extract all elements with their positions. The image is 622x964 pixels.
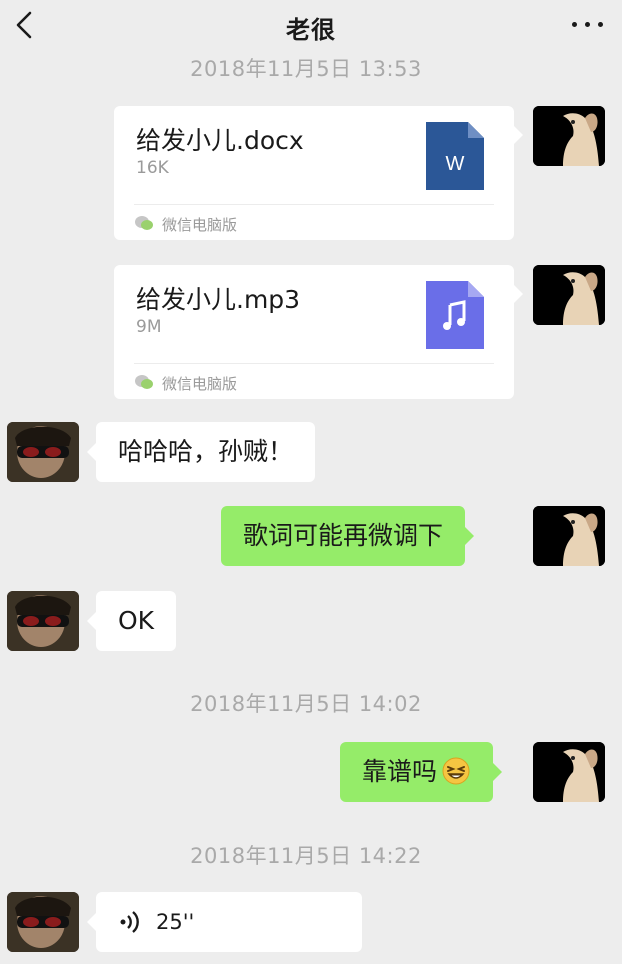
svg-text:W: W xyxy=(446,153,465,175)
word-file-icon: W xyxy=(426,122,484,190)
more-dot-icon xyxy=(585,22,590,27)
person-avatar-icon xyxy=(7,422,79,482)
dog-avatar-icon xyxy=(533,265,605,325)
message-bubble-left[interactable]: 哈哈哈，孙贼！ xyxy=(86,422,316,482)
avatar-contact[interactable] xyxy=(7,422,79,482)
card-divider xyxy=(134,363,494,364)
file-name: 给发小儿.docx xyxy=(136,126,304,155)
voice-wave-icon xyxy=(120,911,139,933)
avatar-contact[interactable] xyxy=(7,892,79,952)
avatar-self[interactable] xyxy=(533,265,605,325)
music-file-icon xyxy=(426,281,484,349)
file-message-mp3[interactable]: 给发小儿.mp3 9M 微信电脑版 xyxy=(114,265,523,399)
dog-avatar-icon xyxy=(533,742,605,802)
more-dot-icon xyxy=(572,22,577,27)
avatar-self[interactable] xyxy=(533,106,605,166)
chat-title: 老很 xyxy=(286,16,336,44)
wechat-icon xyxy=(135,375,153,389)
message-text: OK xyxy=(118,606,155,635)
person-avatar-icon xyxy=(7,892,79,952)
message-text: 靠谱吗 xyxy=(362,757,438,786)
avatar-self[interactable] xyxy=(533,742,605,802)
timestamp: 2018年11月5日 13:53 xyxy=(190,57,422,81)
file-message-docx[interactable]: 给发小儿.docx 16K W 微信电脑版 xyxy=(114,106,523,240)
chat-screen: 老很 2018年11月5日 13:53 给发小儿.docx 16K W 微信电脑… xyxy=(0,0,622,964)
file-name: 给发小儿.mp3 xyxy=(136,285,301,314)
message-bubble-right[interactable]: 歌词可能再微调下 xyxy=(221,506,475,566)
dog-avatar-icon xyxy=(533,506,605,566)
message-text: 歌词可能再微调下 xyxy=(243,521,444,550)
timestamp: 2018年11月5日 14:22 xyxy=(190,844,422,868)
dog-avatar-icon xyxy=(533,106,605,166)
message-bubble-left[interactable]: OK xyxy=(86,591,177,651)
voice-duration: 25'' xyxy=(156,910,195,934)
wechat-icon xyxy=(135,216,153,230)
file-size: 9M xyxy=(136,317,162,337)
avatar-contact[interactable] xyxy=(7,591,79,651)
more-button[interactable] xyxy=(568,12,608,36)
file-source: 微信电脑版 xyxy=(162,375,238,393)
voice-message[interactable]: 25'' xyxy=(87,892,362,952)
more-dot-icon xyxy=(598,22,603,27)
grin-emoji-icon xyxy=(442,757,470,785)
message-bubble-right[interactable]: 靠谱吗 xyxy=(340,742,503,802)
person-avatar-icon xyxy=(7,591,79,651)
file-source: 微信电脑版 xyxy=(162,216,238,234)
card-divider xyxy=(134,204,494,205)
timestamp: 2018年11月5日 14:02 xyxy=(190,692,422,716)
file-size: 16K xyxy=(136,158,169,178)
nav-bar: 老很 xyxy=(0,0,622,50)
message-text: 哈哈哈，孙贼！ xyxy=(118,437,294,466)
avatar-self[interactable] xyxy=(533,506,605,566)
